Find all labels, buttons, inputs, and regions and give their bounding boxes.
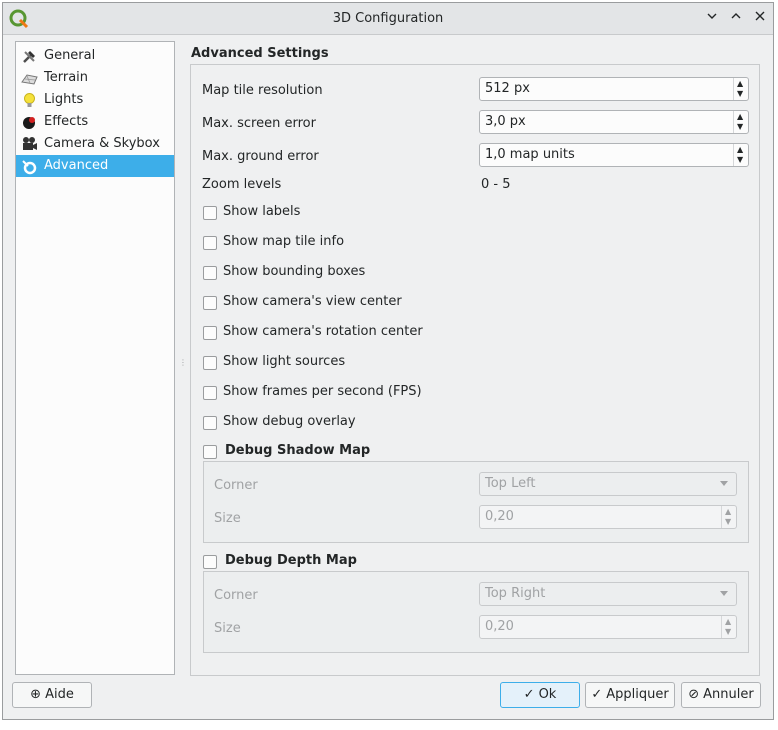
zoom-levels-label: Zoom levels (202, 177, 282, 192)
cancel-button[interactable]: ⊘ Annuler (681, 682, 761, 708)
group-title: Debug Shadow Map (225, 443, 371, 458)
checkbox-box[interactable] (203, 445, 217, 459)
sidebar-item-effects[interactable]: Effects (16, 111, 174, 133)
ok-button[interactable]: ✓ Ok (500, 682, 580, 708)
apply-button-label: Appliquer (606, 687, 669, 702)
chevron-down-icon (720, 591, 728, 596)
sidebar-item-general[interactable]: General (16, 45, 174, 67)
arrow-down-icon[interactable]: ▼ (725, 628, 731, 636)
checkbox-box[interactable] (203, 386, 217, 400)
max-ground-error-label: Max. ground error (202, 149, 319, 164)
cancel-circle-icon: ⊘ (688, 687, 700, 702)
spin-arrows[interactable]: ▲ ▼ (733, 111, 748, 133)
minimize-icon[interactable] (703, 9, 721, 27)
spinbox-value: 512 px (485, 81, 530, 96)
chevron-down-icon (720, 481, 728, 486)
arrow-down-icon[interactable]: ▼ (737, 123, 743, 131)
help-button-label: Aide (45, 687, 74, 702)
apply-button[interactable]: ✓ Appliquer (585, 682, 675, 708)
spinbox-value: 3,0 px (485, 114, 526, 129)
arrow-up-icon[interactable]: ▲ (725, 618, 731, 626)
spin-arrows[interactable]: ▲ ▼ (721, 616, 736, 638)
checkbox-box[interactable] (203, 296, 217, 310)
depth-size-spinbox[interactable]: 0,20 ▲ ▼ (479, 615, 737, 639)
sidebar-item-label: Lights (44, 92, 84, 107)
spinbox-value: 1,0 map units (485, 147, 575, 162)
checkbox-label: Show labels (223, 204, 301, 219)
checkbox-box[interactable] (203, 266, 217, 280)
depth-size-label: Size (214, 621, 241, 636)
title-bar[interactable]: 3D Configuration (3, 3, 773, 35)
arrow-down-icon[interactable]: ▼ (737, 90, 743, 98)
help-button[interactable]: ⊕ Aide (12, 682, 92, 708)
sidebar-item-label: Terrain (44, 70, 89, 85)
map-tile-resolution-spinbox[interactable]: 512 px ▲ ▼ (479, 77, 749, 101)
ok-button-label: Ok (538, 687, 557, 702)
checkbox-box[interactable] (203, 356, 217, 370)
checkbox-box[interactable] (203, 326, 217, 340)
checkbox-label: Show camera's view center (223, 294, 402, 309)
spin-arrows[interactable]: ▲ ▼ (721, 506, 736, 528)
shadow-corner-select[interactable]: Top Left (479, 472, 737, 496)
section-title: Advanced Settings (191, 46, 329, 61)
maximize-icon[interactable] (727, 9, 745, 27)
camera-icon (23, 137, 37, 150)
depth-corner-label: Corner (214, 588, 258, 603)
checkbox-label: Show bounding boxes (223, 264, 366, 279)
max-screen-error-spinbox[interactable]: 3,0 px ▲ ▼ (479, 110, 749, 134)
shadow-corner-label: Corner (214, 478, 258, 493)
settings-sidebar: General Terrain Lights Effects Camera & … (15, 41, 175, 675)
depth-corner-select[interactable]: Top Right (479, 582, 737, 606)
arrow-up-icon[interactable]: ▲ (737, 80, 743, 88)
sidebar-item-label: Camera & Skybox (44, 136, 160, 151)
checkbox-box[interactable] (203, 236, 217, 250)
arrow-down-icon[interactable]: ▼ (725, 518, 731, 526)
checkbox-label: Show camera's rotation center (223, 324, 423, 339)
shadow-size-label: Size (214, 511, 241, 526)
map-tile-resolution-label: Map tile resolution (202, 83, 323, 98)
sidebar-item-label: Effects (44, 114, 89, 129)
checkmark-icon: ✓ (591, 687, 603, 702)
arrow-down-icon[interactable]: ▼ (737, 156, 743, 164)
checkbox-label: Show map tile info (223, 234, 345, 249)
max-ground-error-spinbox[interactable]: 1,0 map units ▲ ▼ (479, 143, 749, 167)
sidebar-item-lights[interactable]: Lights (16, 89, 174, 111)
spinbox-value: 0,20 (485, 509, 514, 524)
terrain-icon (21, 74, 38, 85)
spinbox-value: 0,20 (485, 619, 514, 634)
close-icon[interactable] (751, 9, 769, 27)
sidebar-item-label: Advanced (44, 158, 109, 173)
sidebar-item-terrain[interactable]: Terrain (16, 67, 174, 89)
effects-icon (23, 117, 35, 129)
checkbox-label: Show frames per second (FPS) (223, 384, 422, 399)
splitter-handle[interactable]: ⋮ (179, 358, 187, 367)
window-title: 3D Configuration (332, 11, 444, 26)
max-screen-error-label: Max. screen error (202, 116, 316, 131)
select-value: Top Left (485, 476, 536, 491)
arrow-up-icon[interactable]: ▲ (737, 146, 743, 154)
select-value: Top Right (485, 586, 546, 601)
cancel-button-label: Annuler (703, 687, 754, 702)
group-title: Debug Depth Map (225, 553, 357, 568)
sidebar-item-advanced[interactable]: Advanced (16, 155, 174, 177)
checkbox-box[interactable] (203, 555, 217, 569)
spin-arrows[interactable]: ▲ ▼ (733, 78, 748, 100)
sidebar-item-label: General (44, 48, 96, 63)
checkbox-label: Show debug overlay (223, 414, 356, 429)
spin-arrows[interactable]: ▲ ▼ (733, 144, 748, 166)
lifebuoy-icon: ⊕ (30, 687, 42, 702)
sidebar-item-camera-skybox[interactable]: Camera & Skybox (16, 133, 174, 155)
zoom-levels-value: 0 - 5 (481, 177, 511, 192)
shadow-size-spinbox[interactable]: 0,20 ▲ ▼ (479, 505, 737, 529)
arrow-up-icon[interactable]: ▲ (725, 508, 731, 516)
arrow-up-icon[interactable]: ▲ (737, 113, 743, 121)
checkbox-label: Show light sources (223, 354, 346, 369)
checkbox-box[interactable] (203, 416, 217, 430)
checkbox-box[interactable] (203, 206, 217, 220)
hammer-icon (23, 51, 35, 63)
checkmark-icon: ✓ (523, 687, 535, 702)
advanced-icon (22, 160, 37, 175)
lightbulb-icon (24, 93, 35, 107)
